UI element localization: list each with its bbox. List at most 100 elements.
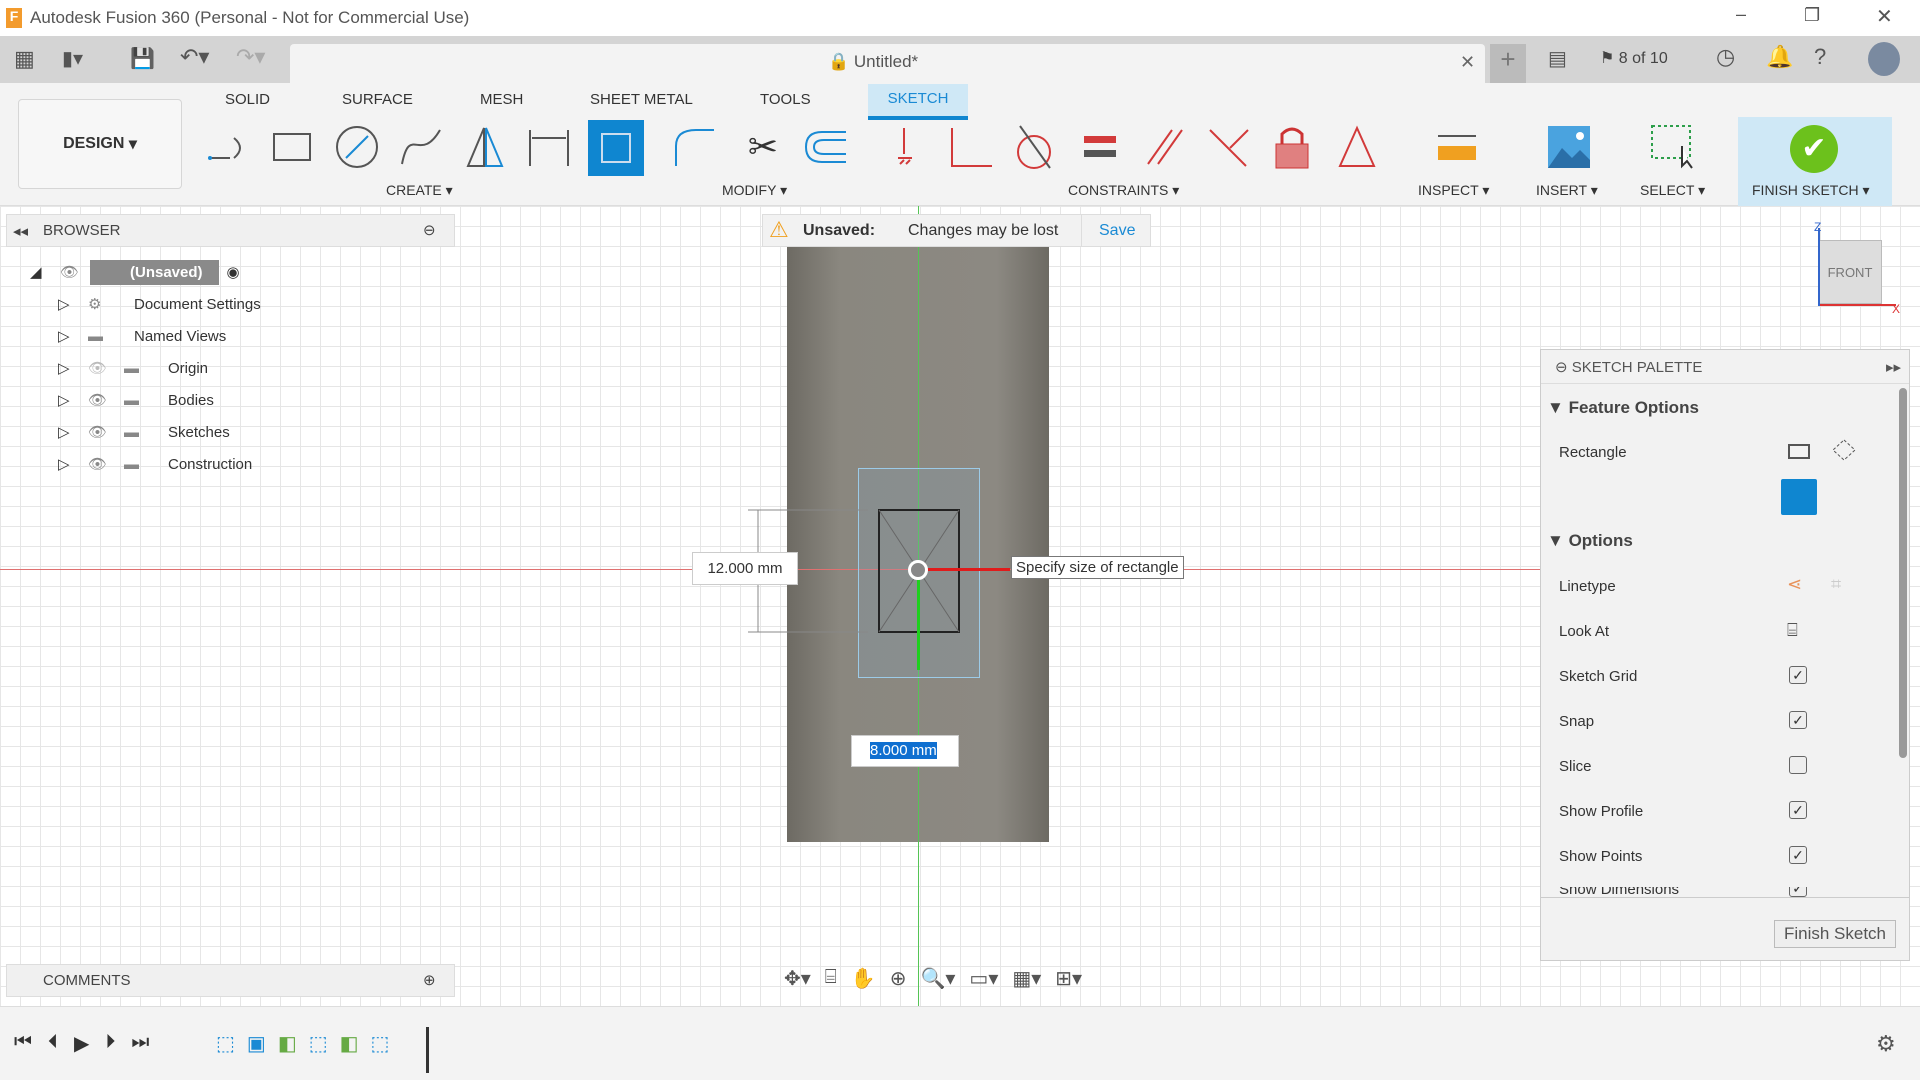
insert-menu[interactable]: INSERT ▾ xyxy=(1536,182,1598,199)
show-dimensions-checkbox[interactable]: ✓ xyxy=(1789,887,1807,897)
undo-icon[interactable]: ↶▾ xyxy=(180,44,209,70)
minimize-button[interactable]: – xyxy=(1736,4,1746,25)
look-at-icon[interactable]: ⌸ xyxy=(1787,620,1798,641)
redo-icon[interactable]: ↷▾ xyxy=(236,44,265,70)
timeline-marker[interactable] xyxy=(426,1027,429,1073)
close-window-button[interactable]: ✕ xyxy=(1876,4,1893,29)
job-status[interactable]: ⚑ 8 of 10 xyxy=(1600,48,1668,68)
center-rectangle-button[interactable] xyxy=(1781,479,1817,515)
select-window-icon[interactable] xyxy=(1650,124,1696,170)
offset-tool-icon[interactable] xyxy=(802,124,848,170)
rectangle-tool-icon[interactable] xyxy=(270,124,316,170)
trim-scissors-icon[interactable]: ✂ xyxy=(740,124,786,170)
go-to-start-icon[interactable]: ⏮ xyxy=(14,1031,32,1056)
height-dimension-input[interactable]: 12.000 mm xyxy=(692,552,798,585)
construction-linetype-icon[interactable]: ⋖ xyxy=(1787,574,1802,595)
eye-icon[interactable]: 👁 xyxy=(88,455,124,473)
activate-radio-icon[interactable]: ◉ xyxy=(227,263,240,281)
tab-solid[interactable]: SOLID xyxy=(215,90,280,120)
modify-menu[interactable]: MODIFY ▾ xyxy=(722,182,787,199)
fix-lock-icon[interactable] xyxy=(1270,124,1316,170)
add-comment-icon[interactable]: ⊕ xyxy=(423,971,436,989)
expand-icon[interactable]: ▷ xyxy=(58,359,88,377)
select-menu[interactable]: SELECT ▾ xyxy=(1640,182,1705,199)
symmetry-constraint-icon[interactable] xyxy=(1334,124,1380,170)
tangent-constraint-icon[interactable] xyxy=(1010,124,1056,170)
expand-icon[interactable]: ▷ xyxy=(58,391,88,409)
step-back-icon[interactable]: ⏴ xyxy=(48,1031,58,1056)
viewcube-front[interactable]: FRONT xyxy=(1818,240,1882,304)
expand-icon[interactable]: ▷ xyxy=(58,327,88,345)
palette-minus-icon[interactable]: ⊖ xyxy=(1555,359,1572,376)
chat-icon[interactable]: ▤ xyxy=(1548,46,1567,71)
expand-icon[interactable]: ▷ xyxy=(58,423,88,441)
inspect-menu[interactable]: INSPECT ▾ xyxy=(1418,182,1489,199)
timeline-sketch-icon[interactable]: ⬚ xyxy=(216,1031,235,1056)
browser-item-sketches[interactable]: ▷ 👁 ▬ Sketches xyxy=(30,416,450,448)
spline-tool-icon[interactable] xyxy=(398,124,444,170)
tab-tools[interactable]: TOOLS xyxy=(750,90,821,120)
create-menu[interactable]: CREATE ▾ xyxy=(386,182,453,199)
close-tab-icon[interactable]: ✕ xyxy=(1460,52,1475,73)
line-tool-icon[interactable] xyxy=(206,124,252,170)
slice-checkbox[interactable] xyxy=(1789,756,1807,774)
sketch-grid-checkbox[interactable]: ✓ xyxy=(1789,666,1807,684)
viewports-icon[interactable]: ⊞▾ xyxy=(1055,966,1082,996)
tab-surface[interactable]: SURFACE xyxy=(332,90,423,120)
go-to-end-icon[interactable]: ⏭ xyxy=(131,1031,149,1056)
expand-icon[interactable]: ▷ xyxy=(58,455,88,473)
dimension-tool-icon[interactable] xyxy=(526,124,572,170)
equal-constraint-icon[interactable] xyxy=(1078,124,1124,170)
apps-grid-icon[interactable]: ▦ xyxy=(14,46,35,72)
center-point[interactable] xyxy=(908,560,928,580)
collinear-constraint-icon[interactable] xyxy=(1206,124,1252,170)
save-icon[interactable]: 💾 xyxy=(130,46,155,71)
perpendicular-constraint-icon[interactable] xyxy=(948,124,994,170)
options-section[interactable]: ▼ Options xyxy=(1547,531,1633,551)
timeline-feature-icon[interactable]: ◧ xyxy=(340,1031,359,1056)
snap-checkbox[interactable]: ✓ xyxy=(1789,711,1807,729)
display-settings-icon[interactable]: ▭▾ xyxy=(969,966,998,996)
expand-icon[interactable]: ◢ xyxy=(30,263,60,281)
browser-item-construction[interactable]: ▷ 👁 ▬ Construction xyxy=(30,448,450,480)
save-link[interactable]: Save xyxy=(1099,222,1135,240)
parallel-constraint-icon[interactable] xyxy=(1142,124,1188,170)
show-profile-checkbox[interactable]: ✓ xyxy=(1789,801,1807,819)
document-tab[interactable]: 🔒 Untitled* ✕ xyxy=(290,44,1485,83)
workspace-dropdown[interactable]: DESIGN ▾ xyxy=(18,99,182,189)
file-menu-icon[interactable]: ▮▾ xyxy=(62,46,83,71)
play-icon[interactable]: ▶ xyxy=(74,1031,89,1056)
palette-expand-icon[interactable]: ▸▸ xyxy=(1886,358,1901,376)
zoom-icon[interactable]: ⊕ xyxy=(890,966,907,996)
browser-item-bodies[interactable]: ▷ 👁 ▬ Bodies xyxy=(30,384,450,416)
clock-icon[interactable]: ◷ xyxy=(1716,44,1735,70)
browser-item-origin[interactable]: ▷ 👁 ▬ Origin xyxy=(30,352,450,384)
timeline-sketch-icon[interactable]: ⬚ xyxy=(309,1031,328,1056)
finish-sketch-button[interactable]: ✔ FINISH SKETCH ▾ xyxy=(1738,117,1892,206)
help-icon[interactable]: ? xyxy=(1814,44,1826,70)
width-dimension-input[interactable]: 8.000 mm xyxy=(851,735,959,767)
browser-minus-icon[interactable]: ⊖ xyxy=(423,221,436,239)
fit-icon[interactable]: 🔍▾ xyxy=(920,966,955,996)
eye-icon[interactable]: 👁 xyxy=(88,391,124,409)
look-at-nav-icon[interactable]: ⌸ xyxy=(825,966,837,996)
collapse-browser-icon[interactable]: ◂◂ xyxy=(13,222,28,240)
timeline-feature-icon[interactable]: ◧ xyxy=(278,1031,297,1056)
three-point-rectangle-icon[interactable] xyxy=(1831,438,1857,462)
tab-mesh[interactable]: MESH xyxy=(470,90,533,120)
step-forward-icon[interactable]: ⏵ xyxy=(105,1031,115,1056)
eye-icon[interactable]: 👁 xyxy=(60,263,90,281)
pan-hand-icon[interactable]: ✋ xyxy=(851,966,876,996)
notification-bell-icon[interactable]: 🔔 xyxy=(1766,44,1793,70)
constraints-menu[interactable]: CONSTRAINTS ▾ xyxy=(1068,182,1179,199)
new-tab-button[interactable]: + xyxy=(1490,44,1526,83)
feature-options-section[interactable]: ▼ Feature Options xyxy=(1547,398,1699,418)
mirror-tool-icon[interactable] xyxy=(462,124,508,170)
palette-scrollbar[interactable] xyxy=(1899,388,1907,758)
browser-item-named-views[interactable]: ▷ ▬ Named Views xyxy=(30,320,450,352)
fillet-tool-icon[interactable] xyxy=(672,124,718,170)
avatar[interactable] xyxy=(1868,42,1900,76)
tab-sketch[interactable]: SKETCH xyxy=(868,84,968,120)
browser-item-document-settings[interactable]: ▷ ⚙ Document Settings xyxy=(30,288,450,320)
tab-sheet-metal[interactable]: SHEET METAL xyxy=(580,90,703,120)
